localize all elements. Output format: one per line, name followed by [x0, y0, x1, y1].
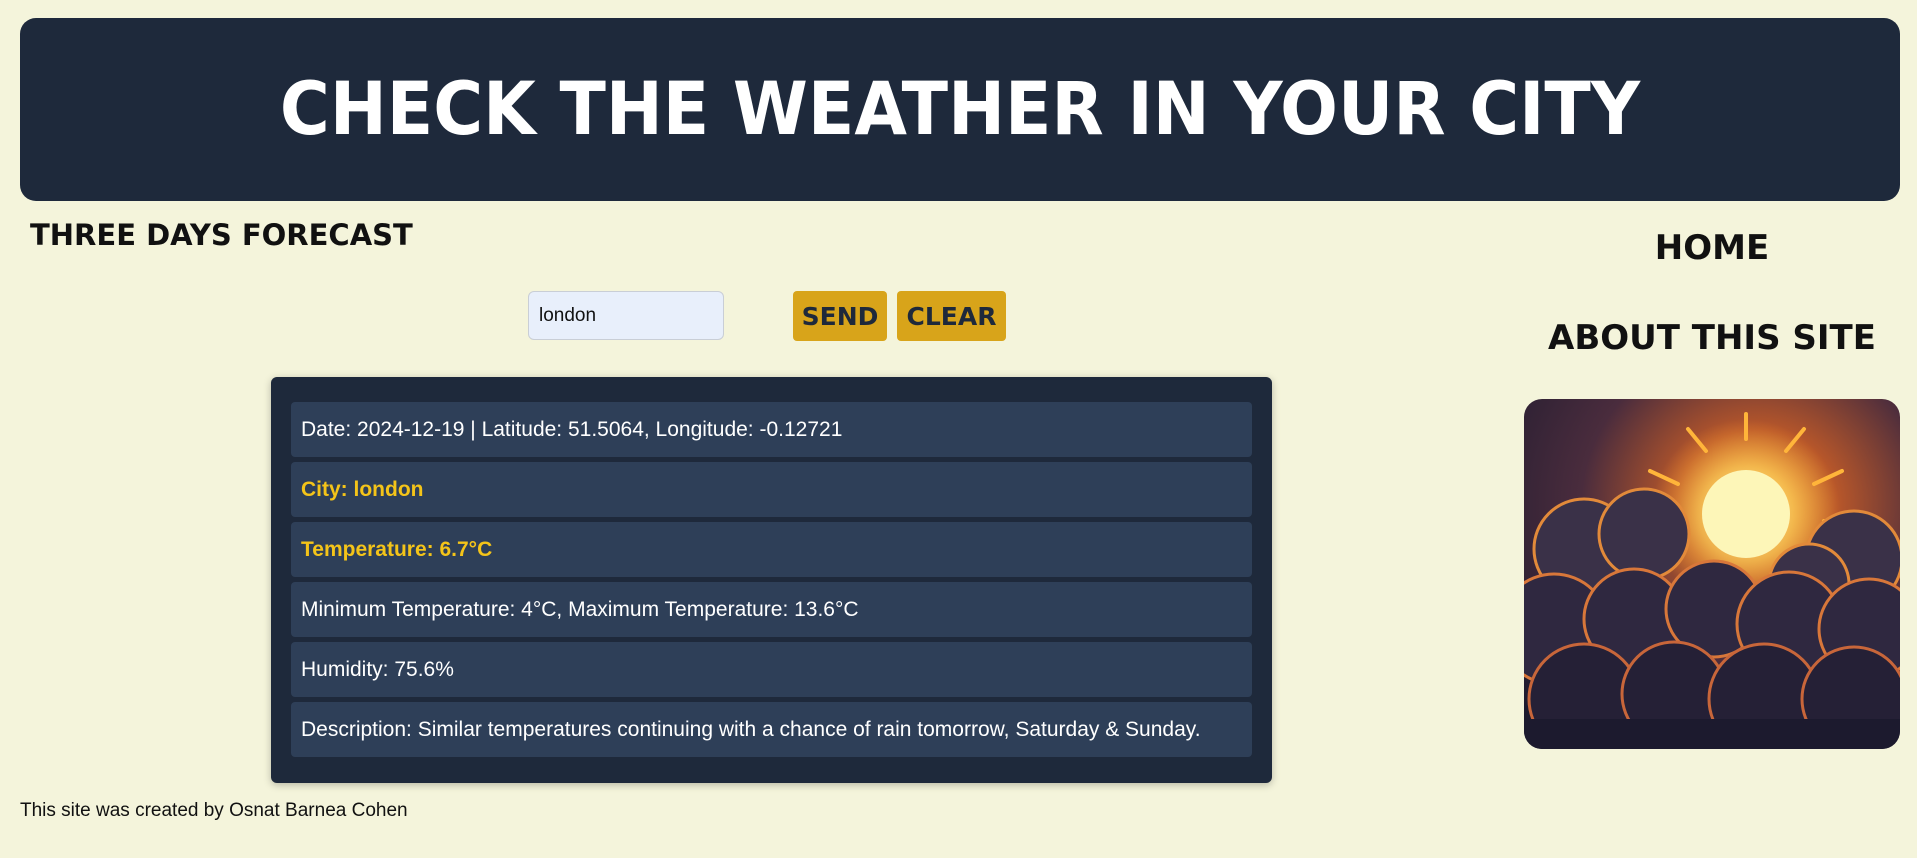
nav-about-link[interactable]: About this site	[1524, 318, 1900, 358]
footer-credit: This site was created by Osnat Barnea Co…	[20, 800, 408, 821]
sun-clouds-image	[1524, 399, 1900, 749]
site-header: Check the weather in your city	[20, 18, 1900, 201]
city-search-input[interactable]	[528, 291, 724, 340]
description-row: Description: Similar temperatures contin…	[291, 702, 1252, 757]
clear-button[interactable]: Clear	[897, 291, 1006, 341]
nav-home-link[interactable]: Home	[1524, 228, 1900, 268]
three-days-forecast-link[interactable]: Three days forecast	[30, 218, 413, 252]
temperature-row: Temperature: 6.7°C	[291, 522, 1252, 577]
date-location-row: Date: 2024-12-19 | Latitude: 51.5064, Lo…	[291, 402, 1252, 457]
humidity-row: Humidity: 75.6%	[291, 642, 1252, 697]
city-row: City: london	[291, 462, 1252, 517]
weather-card: Date: 2024-12-19 | Latitude: 51.5064, Lo…	[271, 377, 1272, 783]
sun-over-clouds-icon	[1524, 399, 1900, 749]
page-title: Check the weather in your city	[279, 66, 1641, 152]
min-max-temperature-row: Minimum Temperature: 4°C, Maximum Temper…	[291, 582, 1252, 637]
send-button[interactable]: Send	[793, 291, 887, 341]
